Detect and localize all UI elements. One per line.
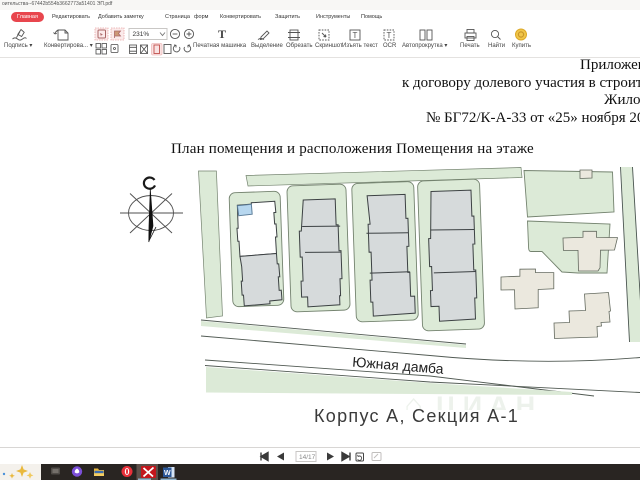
svg-text:T: T [218,27,226,41]
svg-text:231%: 231% [133,31,150,38]
svg-text:T: T [353,31,358,40]
svg-text:14/17: 14/17 [299,454,316,461]
svg-text:T: T [387,31,392,40]
svg-text:W: W [164,470,171,477]
